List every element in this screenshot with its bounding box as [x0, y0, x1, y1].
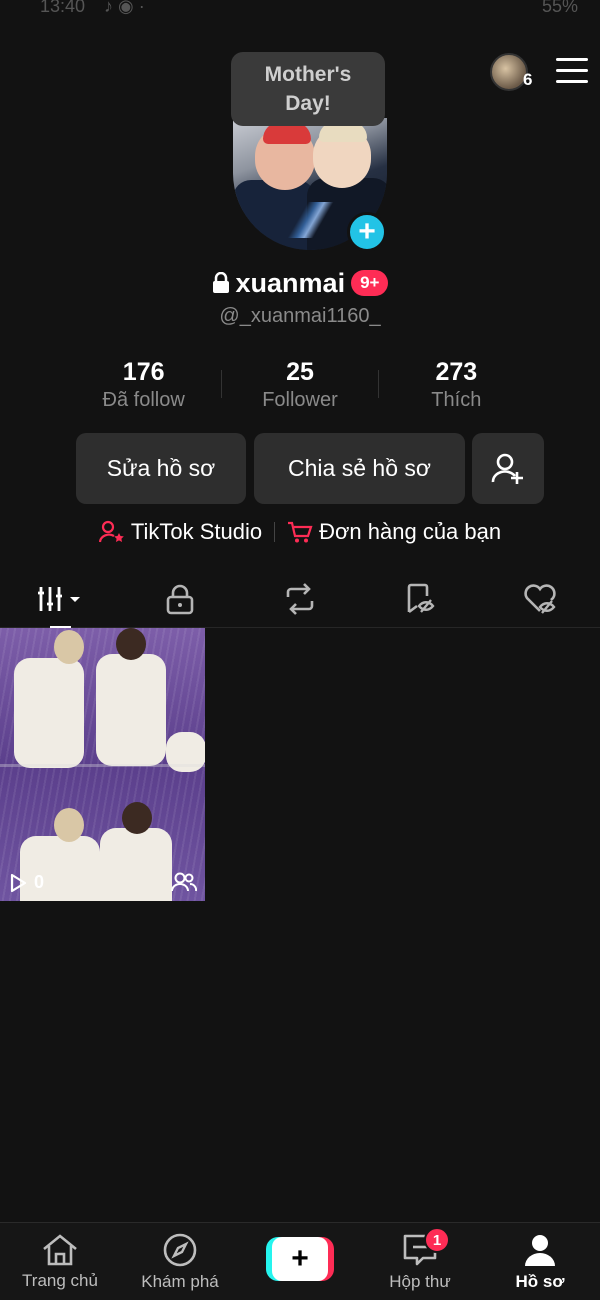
- plus-icon: +: [272, 1236, 328, 1281]
- status-battery: 55%: [541, 0, 578, 16]
- home-icon: [43, 1233, 77, 1265]
- repost-icon: [286, 582, 314, 615]
- profile-name-row: xuanmai 9+: [0, 266, 600, 300]
- tab-liked[interactable]: [480, 570, 600, 627]
- video-views: 0: [8, 872, 44, 893]
- nav-home-label: Trang chủ: [22, 1270, 98, 1290]
- studio-person-icon: [98, 520, 124, 543]
- lock-outline-icon: [166, 584, 194, 614]
- followers-label: Follower: [262, 389, 338, 411]
- profile-stats: 176 Đã follow 25 Follower 273 Thích: [66, 358, 534, 418]
- likes-count: 273: [435, 358, 478, 386]
- thumbnail-head: [122, 802, 152, 834]
- nav-home[interactable]: Trang chủ: [0, 1223, 120, 1300]
- nav-create[interactable]: +: [240, 1223, 360, 1300]
- user-handle: @_xuanmai1160_: [219, 305, 381, 327]
- thumbnail-head: [116, 628, 146, 660]
- nav-profile-label: Hồ sơ: [515, 1271, 565, 1291]
- stat-following[interactable]: 176 Đã follow: [66, 358, 221, 418]
- lock-icon: [212, 272, 229, 293]
- view-count: 0: [34, 872, 45, 892]
- notification-badge[interactable]: 9+: [351, 270, 389, 296]
- tab-favorites[interactable]: [360, 570, 480, 627]
- account-switch-count: 6: [523, 70, 533, 89]
- grid-filter-icon: [38, 586, 80, 611]
- nav-inbox-label: Hộp thư: [389, 1271, 451, 1291]
- orders-link[interactable]: Đơn hàng của bạn: [287, 519, 501, 545]
- cart-icon: [288, 521, 313, 543]
- compass-icon: [163, 1233, 197, 1266]
- following-label: Đã follow: [102, 389, 185, 411]
- nav-inbox[interactable]: 1 Hộp thư: [360, 1223, 480, 1300]
- profile-tabs: [0, 570, 600, 628]
- link-divider: [274, 522, 276, 542]
- thumbnail-figure: [96, 654, 166, 766]
- thumbnail-figure: [14, 658, 84, 768]
- stat-likes[interactable]: 273 Thích: [379, 358, 534, 418]
- tab-reposts[interactable]: [240, 570, 360, 627]
- thumbnail-head: [54, 630, 84, 664]
- video-thumbnail[interactable]: 0: [0, 628, 205, 901]
- tab-videos[interactable]: [0, 570, 120, 628]
- inbox-badge: 1: [424, 1227, 450, 1253]
- status-app-icons: ♪ ◉ ·: [104, 0, 145, 16]
- nav-profile[interactable]: Hồ sơ: [480, 1223, 600, 1300]
- create-button[interactable]: +: [266, 1236, 334, 1281]
- status-bar: 13:40 ♪ ◉ · 55%: [0, 0, 600, 24]
- tiktok-studio-link[interactable]: TikTok Studio: [98, 519, 263, 545]
- studio-label: TikTok Studio: [130, 519, 263, 544]
- add-friend-button[interactable]: [472, 433, 544, 504]
- tab-private[interactable]: [120, 570, 240, 627]
- friends-visibility-icon: [171, 872, 197, 892]
- nav-discover-label: Khám phá: [141, 1271, 219, 1291]
- edit-profile-button[interactable]: Sửa hồ sơ: [76, 433, 246, 504]
- thumbnail-head: [54, 808, 84, 842]
- likes-label: Thích: [431, 389, 482, 411]
- bookmark-hidden-icon: [407, 583, 435, 613]
- profile-links: TikTok Studio Đơn hàng của bạn: [0, 516, 600, 548]
- nav-discover[interactable]: Khám phá: [120, 1223, 240, 1300]
- hamburger-menu-icon[interactable]: [556, 58, 588, 84]
- add-avatar-button[interactable]: +: [347, 212, 387, 252]
- orders-label: Đơn hàng của bạn: [319, 519, 502, 544]
- heart-hidden-icon: [524, 583, 556, 614]
- share-profile-button[interactable]: Chia sẻ hồ sơ: [254, 433, 465, 504]
- stat-followers[interactable]: 25 Follower: [222, 358, 377, 418]
- thumbnail-figure: [100, 828, 172, 901]
- play-icon: [10, 873, 27, 892]
- status-time: 13:40: [40, 0, 86, 16]
- status-note-bubble[interactable]: Mother's Day!: [231, 52, 385, 126]
- profile-icon: [525, 1234, 555, 1266]
- bottom-nav: Trang chủ Khám phá + 1 Hộp thư Hồ sơ: [0, 1222, 600, 1300]
- following-count: 176: [122, 358, 165, 386]
- add-user-icon: [491, 453, 523, 484]
- username: xuanmai: [235, 267, 346, 298]
- followers-count: 25: [286, 358, 314, 386]
